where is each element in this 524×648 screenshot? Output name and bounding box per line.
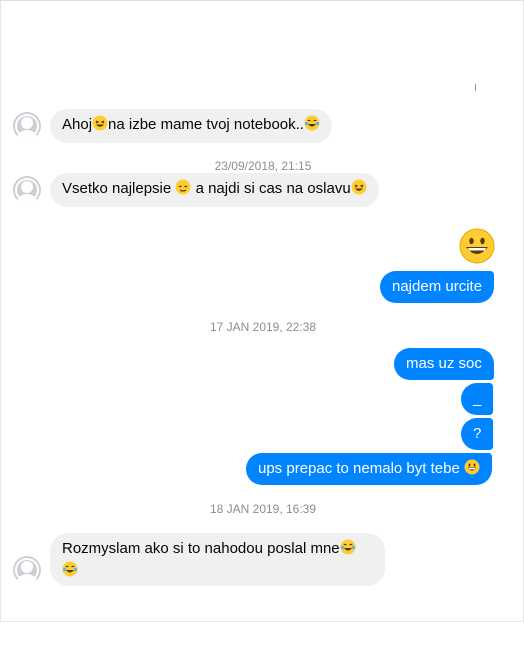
grinning-emoji-icon — [464, 459, 480, 481]
incoming-message[interactable]: Ahoj na izbe mame tvoj notebook.. — [50, 109, 332, 143]
chat-window: Ahoj na izbe mame tvoj notebook.. 23/09/… — [0, 0, 524, 622]
grin-squint-emoji-icon — [92, 115, 108, 137]
outgoing-message[interactable]: ups prepac to nemalo byt tebe — [246, 453, 492, 485]
timestamp: 17 JAN 2019, 22:38 — [209, 320, 317, 334]
message-text: mas uz soc — [406, 355, 482, 372]
incoming-message[interactable]: Rozmyslam ako si to nahodou poslal mne — [50, 533, 385, 586]
avatar[interactable] — [13, 112, 41, 140]
outgoing-message[interactable]: najdem urcite — [380, 271, 495, 303]
tears-of-joy-emoji-icon — [304, 115, 320, 137]
avatar[interactable] — [13, 176, 41, 204]
avatar[interactable] — [13, 556, 41, 584]
message-text: _ — [473, 390, 482, 407]
message-text: a najdi si cas na oslavu — [191, 180, 351, 197]
grinning-big-emoji-icon[interactable] — [459, 228, 495, 269]
timestamp: 18 JAN 2019, 16:39 — [209, 502, 317, 516]
incoming-message[interactable]: Vsetko najlepsie a najdi si cas na oslav… — [50, 173, 379, 207]
tears-of-joy-emoji-icon — [62, 561, 78, 583]
message-text: Ahoj — [62, 116, 93, 133]
read-receipt-indicator — [475, 84, 476, 91]
message-text: ups prepac to nemalo byt tebe — [258, 460, 464, 477]
relieved-emoji-icon — [175, 179, 191, 201]
message-text: ? — [473, 425, 482, 442]
message-text: Rozmyslam ako si to nahodou poslal mne — [62, 540, 340, 557]
outgoing-message[interactable]: mas uz soc — [394, 348, 494, 380]
outgoing-message[interactable]: ? — [461, 418, 494, 450]
timestamp: 23/09/2018, 21:15 — [214, 159, 312, 173]
message-text: na izbe mame tvoj notebook.. — [108, 116, 304, 133]
message-text: najdem urcite — [392, 278, 483, 295]
window-bottom-edge — [0, 622, 524, 648]
message-text: Vsetko najlepsie — [62, 180, 176, 197]
outgoing-message[interactable]: _ — [461, 383, 494, 415]
tears-of-joy-emoji-icon — [340, 539, 356, 561]
grin-squint-emoji-icon — [351, 179, 367, 201]
